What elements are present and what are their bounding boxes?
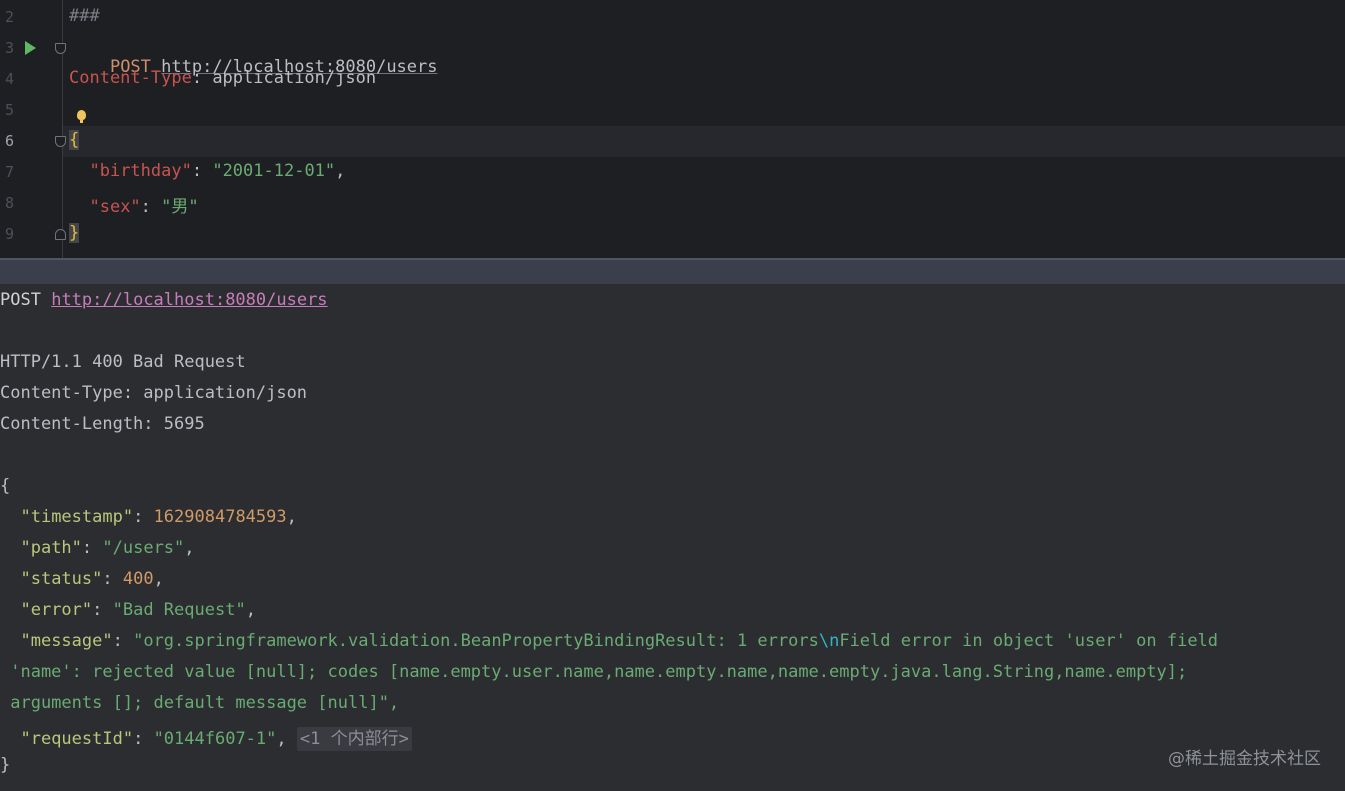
body-open-brace: { [69, 130, 80, 150]
response-request-line: POST http://localhost:8080/users [0, 290, 328, 310]
line-number: 8 [4, 194, 14, 212]
body-close-brace: } [69, 223, 80, 243]
current-line-highlight [63, 126, 1345, 157]
request-header: Content-Type: application/json [69, 68, 376, 88]
json-open-brace: { [0, 476, 11, 496]
json-close-brace: } [0, 755, 11, 775]
json-field-status: "status": 400, [20, 569, 164, 589]
header-key: Content-Type [69, 68, 192, 88]
line-number: 3 [4, 39, 14, 57]
header-value: application/json [212, 68, 377, 88]
response-header: Content-Length: 5695 [0, 414, 205, 434]
header-separator: : [191, 68, 213, 88]
response-url-link[interactable]: http://localhost:8080/users [51, 290, 327, 310]
gutter-divider [62, 0, 63, 258]
collapsed-lines-hint[interactable]: <1 个内部行> [296, 727, 412, 751]
json-field-requestid: "requestId": "0144f607-1", <1 个内部行> [0, 724, 412, 751]
request-line: POST http://localhost:8080/users [69, 37, 438, 97]
json-field-path: "path": "/users", [20, 538, 195, 558]
json-field-timestamp: "timestamp": 1629084784593, [20, 507, 297, 527]
line-number: 6 [4, 132, 14, 150]
response-method: POST [0, 290, 41, 310]
body-field-birthday: "birthday": "2001-12-01", [89, 161, 346, 181]
lightbulb-icon[interactable] [77, 110, 86, 123]
line-number: 2 [4, 8, 14, 26]
request-separator-comment: ### [69, 6, 100, 26]
fold-icon[interactable] [55, 229, 66, 240]
run-icon[interactable] [25, 41, 36, 55]
line-number: 7 [4, 163, 14, 181]
line-number: 5 [4, 101, 14, 119]
body-field-sex: "sex": "男" [89, 197, 199, 217]
json-message-continuation: arguments []; default message [null]", [0, 693, 400, 713]
fold-icon[interactable] [55, 43, 66, 54]
line-number: 4 [4, 70, 14, 88]
status-line: HTTP/1.1 400 Bad Request [0, 352, 246, 372]
pane-splitter[interactable] [0, 258, 1345, 284]
watermark: @稀土掘金技术社区 [1168, 749, 1321, 769]
json-field-error: "error": "Bad Request", [20, 600, 256, 620]
http-request-editor[interactable]: 2 3 4 5 6 7 8 9 ### POST http://localhos… [0, 0, 1345, 258]
response-header: Content-Type: application/json [0, 383, 308, 403]
line-number: 9 [4, 225, 14, 243]
fold-icon[interactable] [55, 136, 66, 147]
response-output: POST http://localhost:8080/users HTTP/1.… [0, 284, 1345, 791]
json-message-continuation: 'name': rejected value [null]; codes [na… [0, 662, 1188, 682]
json-field-message: "message": "org.springframework.validati… [20, 631, 1219, 651]
